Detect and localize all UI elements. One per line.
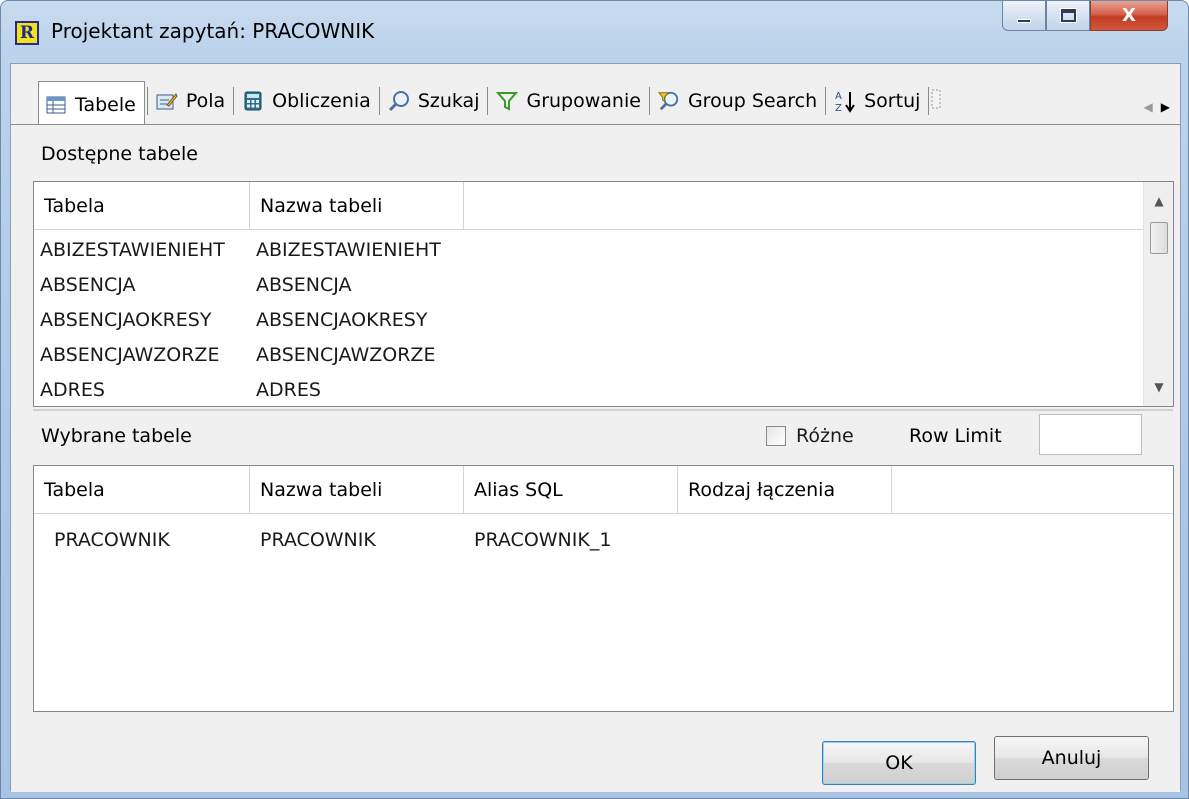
tab-separator: [648, 87, 650, 115]
available-rows: ABIZESTAWIENIEHT ABIZESTAWIENIEHT ABSENC…: [34, 232, 1142, 406]
available-tables-grid[interactable]: Tabela Nazwa tabeli ABIZESTAWIENIEHT ABI…: [33, 181, 1174, 407]
tab-separator: [233, 87, 235, 115]
tab-label: Grupowanie: [526, 90, 641, 112]
cell-tabela: ADRES: [40, 378, 105, 401]
table-row[interactable]: ABSENCJAWZORZE ABSENCJAWZORZE: [34, 337, 1142, 372]
dialog-client-area: Tabele Pola Obliczenia Szukaj Grupowanie…: [10, 63, 1181, 792]
vertical-scrollbar[interactable]: ▲ ▼: [1143, 182, 1173, 406]
grid-header: Tabela Nazwa tabeli Alias SQL Rodzaj łąc…: [34, 466, 1173, 514]
svg-text:A: A: [835, 91, 842, 102]
sort-az-icon: AZ: [834, 90, 856, 113]
tab-pola[interactable]: Pola: [150, 81, 231, 121]
tab-sortuj[interactable]: AZ Sortuj: [828, 81, 926, 121]
table-row[interactable]: ADRES ADRES: [34, 372, 1142, 406]
edit-fields-icon: [156, 90, 178, 112]
cell-tabela: PRACOWNIK: [54, 528, 170, 551]
title-bar[interactable]: R Projektant zapytań: PRACOWNIK X: [1, 1, 1188, 63]
tab-list: Tabele Pola Obliczenia Szukaj Grupowanie…: [38, 78, 945, 127]
column-header-empty: [892, 466, 1173, 514]
group-search-icon: [657, 90, 680, 112]
table-row[interactable]: ABIZESTAWIENIEHT ABIZESTAWIENIEHT: [34, 232, 1142, 267]
tab-separator: [487, 87, 489, 115]
tab-label: Group Search: [687, 90, 818, 112]
selected-tables-grid[interactable]: Tabela Nazwa tabeli Alias SQL Rodzaj łąc…: [33, 465, 1174, 712]
cell-nazwa-tabeli: ABSENCJA: [256, 273, 352, 296]
svg-text:Z: Z: [835, 103, 842, 113]
minimize-icon: [1017, 18, 1031, 23]
tab-separator: [928, 87, 930, 115]
ok-button[interactable]: OK: [822, 741, 976, 785]
tab-separator: [378, 87, 380, 115]
column-header-nazwa-tabeli[interactable]: Nazwa tabeli: [250, 466, 464, 514]
close-icon: X: [1122, 5, 1136, 26]
selected-tables-label: Wybrane tabele: [41, 425, 192, 447]
cell-tabela: ABSENCJAOKRESY: [40, 308, 212, 331]
scroll-thumb[interactable]: [1150, 222, 1168, 254]
column-header-empty: [464, 182, 1144, 230]
distinct-checkbox-box[interactable]: [766, 426, 786, 446]
close-button[interactable]: X: [1090, 1, 1168, 31]
tab-obliczenia[interactable]: Obliczenia: [236, 81, 377, 121]
cell-tabela: ABIZESTAWIENIEHT: [40, 238, 225, 261]
splitter[interactable]: [33, 409, 1173, 411]
scroll-up-icon[interactable]: ▲: [1144, 186, 1174, 216]
cancel-button[interactable]: Anuluj: [994, 736, 1149, 780]
selected-rows: PRACOWNIK PRACOWNIK PRACOWNIK_1: [34, 522, 892, 557]
tab-separator: [825, 87, 827, 115]
available-tables-label: Dostępne tabele: [41, 143, 198, 165]
tab-scroll-right-icon[interactable]: ▶: [1161, 100, 1170, 114]
tab-label: Tabele: [75, 93, 136, 116]
table-row[interactable]: PRACOWNIK PRACOWNIK PRACOWNIK_1: [34, 522, 892, 557]
column-header-tabela[interactable]: Tabela: [34, 182, 250, 230]
minimize-button[interactable]: [1002, 1, 1046, 31]
maximize-button[interactable]: [1046, 1, 1090, 31]
tab-group-search[interactable]: Group Search: [652, 81, 823, 121]
tab-separator: [146, 87, 148, 115]
tab-szukaj[interactable]: Szukaj: [382, 81, 486, 121]
tab-scroll-arrows: ◀ ▶: [1144, 100, 1170, 114]
app-logo-icon: R: [15, 21, 39, 45]
cell-nazwa-tabeli: ABSENCJAOKRESY: [256, 308, 428, 331]
table-row[interactable]: ABSENCJAOKRESY ABSENCJAOKRESY: [34, 302, 1142, 337]
tab-tabele[interactable]: Tabele: [38, 81, 145, 127]
tab-scroll-left-icon[interactable]: ◀: [1144, 100, 1153, 114]
column-header-alias-sql[interactable]: Alias SQL: [464, 466, 678, 514]
tab-label: Sortuj: [864, 90, 921, 112]
calculator-icon: [242, 90, 264, 112]
cell-nazwa-tabeli: ADRES: [256, 378, 321, 401]
tab-overflow-partial[interactable]: [931, 81, 945, 121]
window-title: Projektant zapytań: PRACOWNIK: [51, 19, 375, 43]
column-header-rodzaj-laczenia[interactable]: Rodzaj łączenia: [678, 466, 892, 514]
tab-panel-tabele: Dostępne tabele Tabela Nazwa tabeli ABIZ…: [11, 124, 1180, 792]
query-designer-window: R Projektant zapytań: PRACOWNIK X Tabele: [0, 0, 1189, 799]
cell-nazwa-tabeli: PRACOWNIK: [260, 528, 376, 551]
grid-header: Tabela Nazwa tabeli: [34, 182, 1144, 230]
row-limit-label: Row Limit: [909, 425, 1002, 447]
distinct-checkbox[interactable]: Różne: [766, 425, 854, 447]
tab-grupowanie[interactable]: Grupowanie: [490, 81, 646, 121]
distinct-label: Różne: [796, 425, 854, 447]
funnel-filter-icon: [496, 90, 519, 112]
tab-label: Szukaj: [417, 90, 480, 112]
table-row[interactable]: ABSENCJA ABSENCJA: [34, 267, 1142, 302]
cell-alias-sql[interactable]: PRACOWNIK_1: [464, 529, 678, 551]
maximize-icon: [1059, 8, 1077, 23]
cell-tabela: ABSENCJAWZORZE: [40, 343, 220, 366]
cell-tabela: ABSENCJA: [40, 273, 136, 296]
table-icon: [45, 94, 67, 116]
scroll-down-icon[interactable]: ▼: [1144, 372, 1174, 402]
overflow-icon: [931, 88, 941, 115]
tab-label: Obliczenia: [272, 90, 371, 112]
tab-strip: Tabele Pola Obliczenia Szukaj Grupowanie…: [11, 64, 1180, 127]
cell-nazwa-tabeli: ABIZESTAWIENIEHT: [256, 238, 441, 261]
column-header-nazwa-tabeli[interactable]: Nazwa tabeli: [250, 182, 464, 230]
tab-label: Pola: [185, 90, 226, 112]
cell-nazwa-tabeli: ABSENCJAWZORZE: [256, 343, 436, 366]
column-header-tabela[interactable]: Tabela: [34, 466, 250, 514]
row-limit-input[interactable]: [1039, 414, 1142, 455]
magnifier-icon: [388, 90, 410, 112]
caption-buttons: X: [1002, 1, 1168, 31]
